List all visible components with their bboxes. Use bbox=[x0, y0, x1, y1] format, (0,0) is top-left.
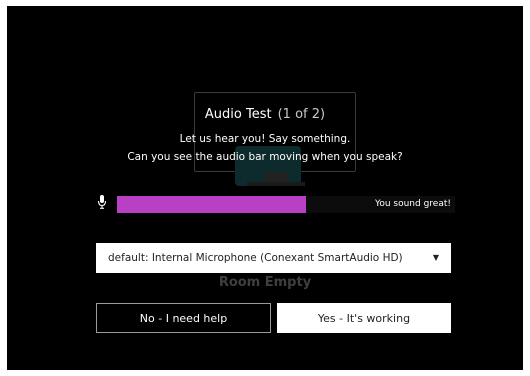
instruction-line-2: Can you see the audio bar moving when yo… bbox=[127, 151, 403, 163]
audio-level-meter: You sound great! bbox=[117, 196, 455, 213]
microphone-icon bbox=[97, 194, 107, 210]
audio-test-screen: Room Empty Audio Test (1 of 2) Let us hea… bbox=[7, 6, 523, 370]
microphone-device-select[interactable]: default: Internal Microphone (Conexant S… bbox=[96, 243, 451, 273]
dialog-step-counter: (1 of 2) bbox=[277, 107, 326, 122]
audio-level-fill bbox=[117, 196, 307, 213]
audio-status-text: You sound great! bbox=[375, 199, 451, 209]
dialog-title-text: Audio Test bbox=[204, 107, 272, 122]
dialog-title: Audio Test (1 of 2) bbox=[7, 107, 523, 122]
need-help-button[interactable]: No - I need help bbox=[96, 303, 271, 333]
instruction-line-1: Let us hear you! Say something. bbox=[179, 133, 351, 145]
its-working-button[interactable]: Yes - It's working bbox=[277, 303, 451, 333]
chevron-down-icon: ▼ bbox=[432, 253, 439, 262]
background-monitor-stand bbox=[265, 172, 287, 182]
room-status-label: Room Empty bbox=[218, 275, 312, 290]
device-select-value: default: Internal Microphone (Conexant S… bbox=[108, 252, 403, 264]
background-monitor-base bbox=[247, 182, 305, 186]
